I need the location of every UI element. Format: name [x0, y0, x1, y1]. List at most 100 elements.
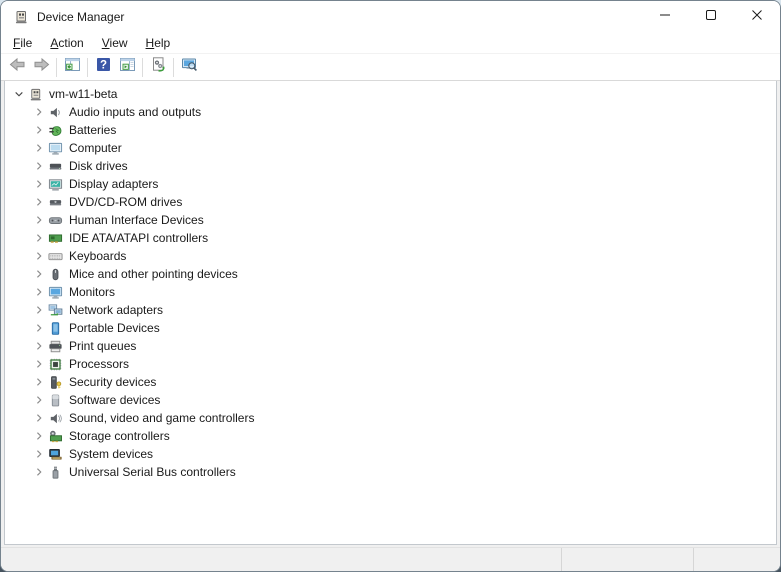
tree-item-portable-devices[interactable]: Portable Devices — [5, 319, 776, 337]
tree-item-keyboards[interactable]: Keyboards — [5, 247, 776, 265]
menu-view[interactable]: View — [93, 34, 137, 52]
tree-item-label: Security devices — [69, 375, 157, 389]
tree-item-label: System devices — [69, 447, 154, 461]
menu-file[interactable]: File — [4, 34, 41, 52]
security-device-icon — [47, 374, 63, 390]
properties-button[interactable] — [146, 56, 170, 79]
scan-for-hardware-changes-button[interactable] — [177, 56, 201, 79]
monitor-icon — [47, 284, 63, 300]
forward-arrow-icon — [33, 56, 50, 78]
tree-item-label: Display adapters — [69, 177, 159, 191]
chevron-down-icon[interactable] — [11, 86, 27, 102]
tree-item-label: Monitors — [69, 285, 116, 299]
tree-item-disk-drives[interactable]: Disk drives — [5, 157, 776, 175]
tree-item-storage-controllers[interactable]: Storage controllers — [5, 427, 776, 445]
tree-item-network-adapters[interactable]: Network adapters — [5, 301, 776, 319]
menu-help[interactable]: Help — [137, 34, 180, 52]
chevron-right-icon[interactable] — [31, 284, 47, 300]
tree-item-label: Print queues — [69, 339, 137, 353]
tree-item-system-devices[interactable]: System devices — [5, 445, 776, 463]
tree-item-ide-ata-atapi-controllers[interactable]: IDE ATA/ATAPI controllers — [5, 229, 776, 247]
tree-item-software-devices[interactable]: Software devices — [5, 391, 776, 409]
chevron-right-icon[interactable] — [31, 338, 47, 354]
tree-item-processors[interactable]: Processors — [5, 355, 776, 373]
show-hide-action-pane-button[interactable] — [115, 56, 139, 79]
audio-endpoint-icon — [47, 104, 63, 120]
title-bar[interactable]: Device Manager — [1, 1, 780, 33]
close-icon — [751, 8, 763, 26]
chevron-right-icon[interactable] — [31, 356, 47, 372]
tree-item-label: Keyboards — [69, 249, 127, 263]
chevron-right-icon[interactable] — [31, 266, 47, 282]
tree-item-dvd-cd-rom-drives[interactable]: DVD/CD-ROM drives — [5, 193, 776, 211]
close-button[interactable] — [734, 2, 780, 33]
pc-icon — [27, 86, 43, 102]
help-button[interactable]: ? — [91, 56, 115, 79]
minimize-icon — [659, 8, 671, 26]
chevron-right-icon[interactable] — [31, 374, 47, 390]
chevron-right-icon[interactable] — [31, 428, 47, 444]
maximize-icon — [705, 8, 717, 26]
window-title: Device Manager — [37, 10, 125, 24]
chevron-right-icon[interactable] — [31, 212, 47, 228]
chevron-right-icon[interactable] — [31, 446, 47, 462]
tree-item-label: Computer — [69, 141, 122, 155]
back-button[interactable] — [5, 56, 29, 79]
chevron-right-icon[interactable] — [31, 122, 47, 138]
tree-item-sound-video-and-game-controllers[interactable]: Sound, video and game controllers — [5, 409, 776, 427]
chevron-right-icon[interactable] — [31, 230, 47, 246]
chevron-right-icon[interactable] — [31, 410, 47, 426]
toolbar-separator — [173, 57, 174, 77]
chevron-right-icon[interactable] — [31, 464, 47, 480]
storage-controller-icon — [47, 428, 63, 444]
tree-item-label: DVD/CD-ROM drives — [69, 195, 183, 209]
chevron-right-icon[interactable] — [31, 140, 47, 156]
tree-item-batteries[interactable]: Batteries — [5, 121, 776, 139]
battery-icon — [47, 122, 63, 138]
tree-item-label: Processors — [69, 357, 130, 371]
chevron-right-icon[interactable] — [31, 194, 47, 210]
tree-item-label: Disk drives — [69, 159, 128, 173]
show-hide-console-tree-button[interactable] — [60, 56, 84, 79]
help-icon: ? — [95, 56, 112, 78]
tree-item-vm-w11-beta[interactable]: vm-w11-beta — [5, 85, 776, 103]
gears-page-icon — [150, 56, 167, 78]
tree-item-computer[interactable]: Computer — [5, 139, 776, 157]
minimize-button[interactable] — [642, 2, 688, 33]
tree-item-label: Sound, video and game controllers — [69, 411, 255, 425]
tree-item-label: Batteries — [69, 123, 117, 137]
chevron-right-icon[interactable] — [31, 104, 47, 120]
tree-item-label: Audio inputs and outputs — [69, 105, 202, 119]
tree-item-human-interface-devices[interactable]: Human Interface Devices — [5, 211, 776, 229]
tree-item-universal-serial-bus-controllers[interactable]: Universal Serial Bus controllers — [5, 463, 776, 481]
tree-item-print-queues[interactable]: Print queues — [5, 337, 776, 355]
usb-controller-icon — [47, 464, 63, 480]
tree-item-label: Software devices — [69, 393, 161, 407]
status-section-right — [693, 548, 780, 571]
network-adapter-icon — [47, 302, 63, 318]
device-manager-window: Device Manager File Action View Help ? vm-w… — [0, 0, 781, 572]
tree-item-audio-inputs-and-outputs[interactable]: Audio inputs and outputs — [5, 103, 776, 121]
computer-icon — [47, 140, 63, 156]
tree-item-display-adapters[interactable]: Display adapters — [5, 175, 776, 193]
device-tree: vm-w11-beta Audio inputs and outputs Batte… — [4, 81, 777, 545]
software-device-icon — [47, 392, 63, 408]
chevron-right-icon[interactable] — [31, 320, 47, 336]
tree-item-label: Portable Devices — [69, 321, 160, 335]
console-tree-icon — [64, 56, 81, 78]
tree-item-security-devices[interactable]: Security devices — [5, 373, 776, 391]
toolbar-separator — [142, 57, 143, 77]
toolbar-separator — [56, 57, 57, 77]
chevron-right-icon[interactable] — [31, 176, 47, 192]
maximize-button[interactable] — [688, 2, 734, 33]
menu-action[interactable]: Action — [41, 34, 92, 52]
chevron-right-icon[interactable] — [31, 248, 47, 264]
tree-item-monitors[interactable]: Monitors — [5, 283, 776, 301]
tree-item-mice-and-other-pointing-devices[interactable]: Mice and other pointing devices — [5, 265, 776, 283]
chevron-right-icon[interactable] — [31, 158, 47, 174]
display-adapter-icon — [47, 176, 63, 192]
keyboard-icon — [47, 248, 63, 264]
forward-button[interactable] — [29, 56, 53, 79]
chevron-right-icon[interactable] — [31, 392, 47, 408]
chevron-right-icon[interactable] — [31, 302, 47, 318]
